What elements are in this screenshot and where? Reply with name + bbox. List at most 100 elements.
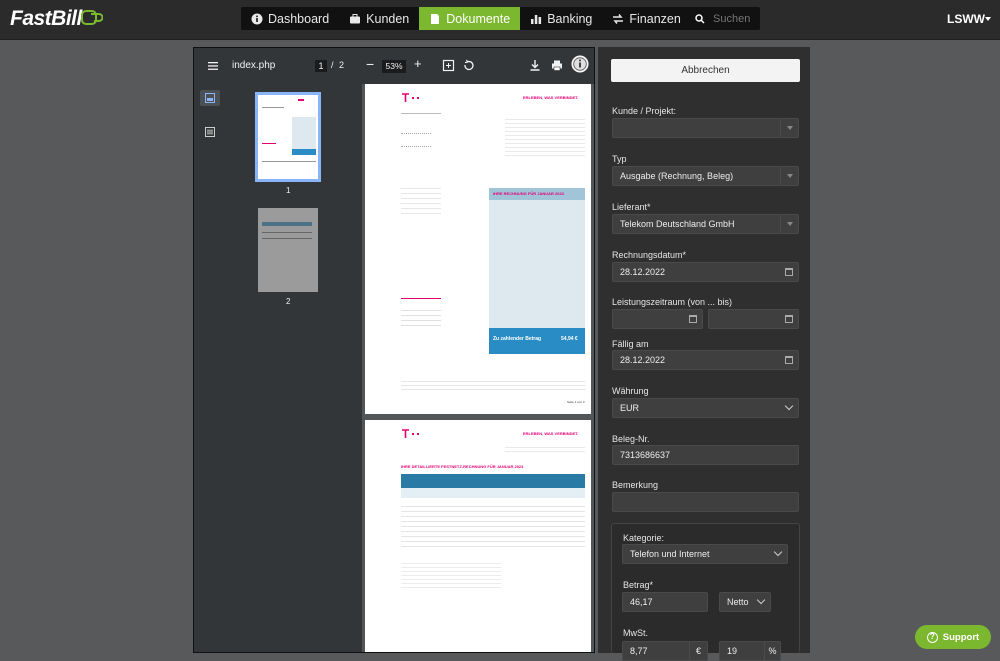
cancel-button[interactable]: Abbrechen <box>611 59 800 82</box>
page-number-input[interactable]: 1 <box>315 60 327 72</box>
invoice-amount-label: Zu zahlender Betrag <box>493 336 542 342</box>
invoice-amount: 54,94 € <box>561 336 578 342</box>
pdf-file-name: index.php <box>232 60 276 71</box>
calendar-icon[interactable] <box>785 268 793 276</box>
outline-icon[interactable] <box>205 127 215 137</box>
supplier-value: Telekom Deutschland GmbH <box>620 219 735 229</box>
search-box[interactable] <box>687 7 760 30</box>
service-period-label: Leistungszeitraum (von ... bis) <box>612 297 733 307</box>
supplier-caret-icon[interactable] <box>780 215 798 233</box>
receipt-number-field[interactable]: 7313686637 <box>612 445 799 465</box>
search-icon[interactable] <box>695 13 705 24</box>
receipt-number-value: 7313686637 <box>620 450 671 460</box>
print-icon[interactable] <box>551 59 565 73</box>
service-period-from-field[interactable] <box>612 309 703 329</box>
info-icon <box>251 13 263 24</box>
pdf-page-2: ERLEBEN, WAS VERBINDET. IHRE DETAILLIERT… <box>365 420 591 652</box>
currency-value: EUR <box>620 403 640 413</box>
nav-finanzen[interactable]: Finanzen <box>602 7 690 30</box>
invoice-tagline-page-2: ERLEBEN, WAS VERBINDET. <box>523 431 579 436</box>
fit-page-icon[interactable] <box>442 59 456 73</box>
calendar-icon-to[interactable] <box>785 315 793 323</box>
nav-banking[interactable]: Banking <box>520 7 602 30</box>
invoice-tagline: ERLEBEN, WAS VERBINDET. <box>523 95 579 100</box>
type-select[interactable]: Ausgabe (Rechnung, Beleg) <box>612 166 799 186</box>
net-gross-value: Netto <box>727 597 749 607</box>
vat-rate-field[interactable]: 19% <box>719 641 781 661</box>
customer-caret-icon[interactable] <box>780 119 798 137</box>
pdf-toolbar: index.php 1 / 2 − 53% + <box>194 48 594 84</box>
nav-dashboard[interactable]: Dashboard <box>241 7 339 30</box>
logo-mark-icon <box>81 10 103 25</box>
transfer-icon <box>613 13 624 24</box>
currency-chevron-down-icon[interactable] <box>784 401 794 411</box>
due-date-field[interactable]: 28.12.2022 <box>612 350 799 370</box>
page-thumbnail-2[interactable] <box>258 208 318 292</box>
page-total: 2 <box>339 60 345 70</box>
zoom-input[interactable]: 53% <box>382 60 406 73</box>
due-date-label: Fällig am <box>612 339 649 349</box>
invoice-detail-title: IHRE DETAILLIERTE FESTNETZ-RECHNUNG FÜR … <box>401 464 524 469</box>
invoice-page-footer: Seite 1 von 3 <box>567 400 585 404</box>
calendar-icon-due[interactable] <box>785 356 793 364</box>
user-menu-caret-icon[interactable] <box>985 17 991 21</box>
supplier-label: Lieferant* <box>612 202 651 212</box>
support-button[interactable]: ? Support <box>915 625 991 649</box>
thumbnail-icon[interactable] <box>205 93 215 103</box>
pdf-viewer: index.php 1 / 2 − 53% + 1 2 ERLEBEN, WAS… <box>193 47 595 653</box>
nav-dokumente[interactable]: Dokumente <box>419 7 521 30</box>
telekom-logo-icon-page-2 <box>402 429 419 438</box>
customer-select[interactable] <box>612 118 799 138</box>
type-label: Typ <box>612 154 627 164</box>
customer-label: Kunde / Projekt: <box>612 106 677 116</box>
net-gross-chevron-down-icon[interactable] <box>756 595 766 605</box>
invoice-summary-box: IHRE RECHNUNG FÜR JANUAR 2023 <box>489 188 585 332</box>
amount-label: Betrag* <box>623 580 654 590</box>
vat-amount-field[interactable]: 8,77 € <box>622 641 708 661</box>
net-gross-select[interactable]: Netto <box>719 592 771 612</box>
amount-value: 46,17 <box>630 597 653 607</box>
vat-rate-value: 19 <box>727 646 738 656</box>
currency-label: Währung <box>612 386 649 396</box>
due-date-value: 28.12.2022 <box>620 355 666 365</box>
search-input[interactable] <box>713 12 757 25</box>
receipt-number-label: Beleg-Nr. <box>612 434 650 444</box>
rotate-icon[interactable] <box>462 59 476 73</box>
category-chevron-down-icon[interactable] <box>773 547 783 557</box>
top-bar: FastBill Dashboard Kunden Dokumente Bank… <box>0 0 1000 40</box>
help-icon: ? <box>926 631 938 643</box>
type-caret-icon[interactable] <box>780 167 798 185</box>
remark-label: Bemerkung <box>612 480 659 490</box>
thumbnail-panel: 1 2 <box>226 84 362 652</box>
nav-kunden-label: Kunden <box>366 11 410 26</box>
amount-field[interactable]: 46,17 <box>622 592 708 612</box>
vat-percent-addon: % <box>764 642 780 660</box>
document-info-icon[interactable] <box>571 55 589 73</box>
invoice-amount-box: Zu zahlender Betrag 54,94 € <box>489 328 585 354</box>
zoom-in-icon[interactable]: + <box>414 56 422 71</box>
nav-finanzen-label: Finanzen <box>629 11 681 26</box>
remark-field[interactable] <box>612 492 799 512</box>
invoice-title: IHRE RECHNUNG FÜR JANUAR 2023 <box>493 191 564 196</box>
invoice-date-field[interactable]: 28.12.2022 <box>612 262 799 282</box>
page-thumbnail-1[interactable] <box>255 92 321 182</box>
page-separator: / <box>331 60 334 70</box>
zoom-out-icon[interactable]: − <box>366 56 374 72</box>
service-period-to-field[interactable] <box>708 309 799 329</box>
vat-amount-value: 8,77 <box>630 646 648 656</box>
pdf-page-1: ERLEBEN, WAS VERBINDET. IHRE RECHNUNG FÜ… <box>365 84 591 414</box>
document-icon <box>431 13 440 24</box>
download-icon[interactable] <box>529 59 543 73</box>
user-menu[interactable]: LSWW <box>947 12 985 26</box>
category-label: Kategorie: <box>623 533 665 543</box>
category-select[interactable]: Telefon und Internet <box>622 544 788 564</box>
nav-dashboard-label: Dashboard <box>268 11 330 26</box>
app-logo[interactable]: FastBill <box>10 7 82 31</box>
calendar-icon-from[interactable] <box>689 315 697 323</box>
category-value: Telefon und Internet <box>630 549 710 559</box>
vat-label: MwSt. <box>623 628 649 638</box>
supplier-select[interactable]: Telekom Deutschland GmbH <box>612 214 799 234</box>
nav-kunden[interactable]: Kunden <box>339 7 419 30</box>
menu-icon[interactable] <box>207 59 221 73</box>
currency-select[interactable]: EUR <box>612 398 799 418</box>
